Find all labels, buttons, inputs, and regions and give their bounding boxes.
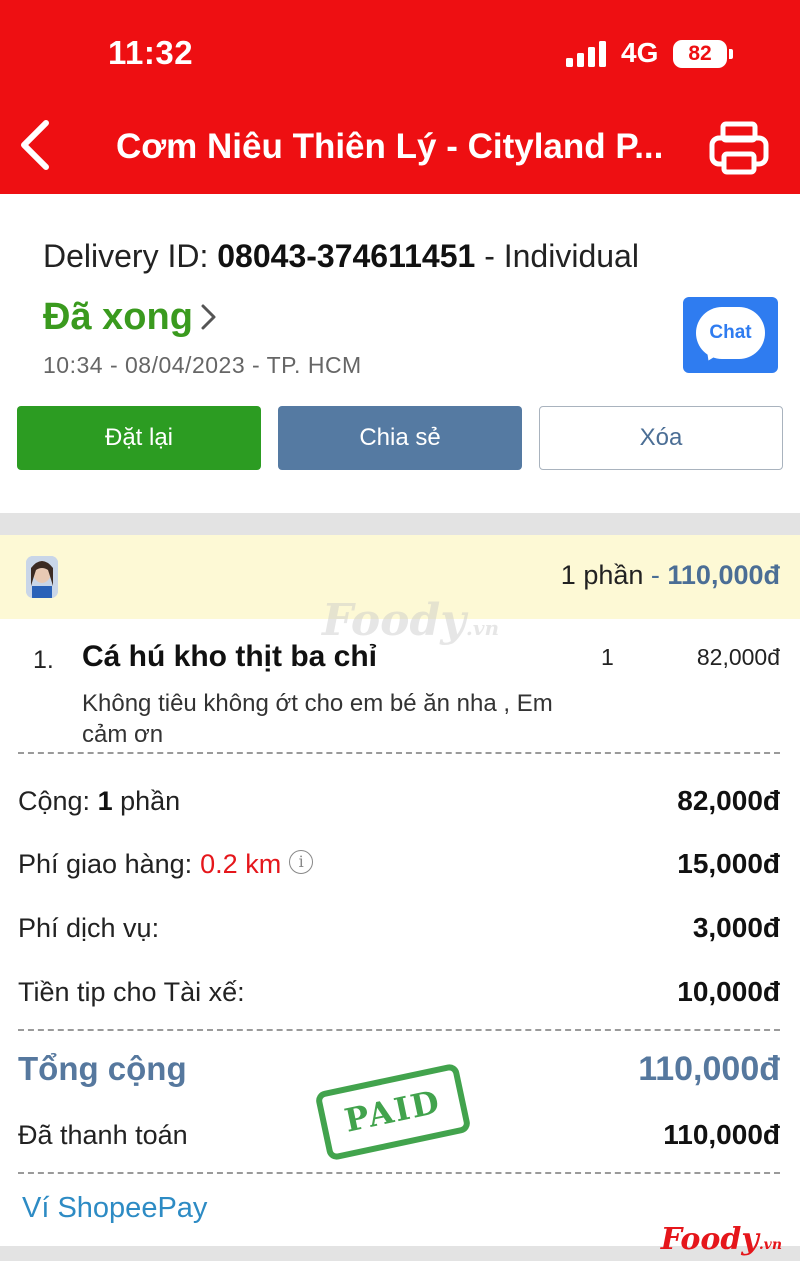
item-quantity: 1 <box>601 644 614 670</box>
paid-stamp: PAID <box>314 1062 472 1162</box>
item-price: 82,000đ <box>696 644 780 670</box>
summary-portions: 1 phần <box>560 560 644 590</box>
total-label: Tổng cộng <box>18 1050 187 1087</box>
delivery-id-label: Delivery ID: <box>43 238 218 274</box>
foody-watermark: Foody.vn <box>322 595 499 646</box>
chat-label: Chat <box>696 307 765 359</box>
user-avatar <box>26 556 58 598</box>
back-button[interactable] <box>16 117 56 173</box>
page-title: Cơm Niêu Thiên Lý - Cityland P... <box>116 127 664 166</box>
order-status-link[interactable]: Đã xong <box>43 292 219 342</box>
signal-icon <box>566 41 610 67</box>
foody-logo: Foody.vn <box>660 1222 782 1257</box>
summary-text: 1 phần - 110,000đ <box>561 560 780 591</box>
network-type: 4G <box>621 37 659 68</box>
summary-separator: - <box>643 560 668 590</box>
delivery-fee-value: 15,000đ <box>677 848 780 879</box>
battery-tip <box>729 49 733 59</box>
paid-value: 110,000đ <box>663 1119 780 1150</box>
status-time: 11:32 <box>108 34 194 71</box>
tip-value: 10,000đ <box>677 976 780 1007</box>
info-icon[interactable]: i <box>289 850 314 874</box>
order-meta: 10:34 - 08/04/2023 - TP. HCM <box>43 352 362 378</box>
chevron-left-icon <box>21 120 49 170</box>
dashed-divider <box>18 752 780 754</box>
section-divider <box>0 513 800 535</box>
chat-button[interactable]: Chat <box>683 297 778 373</box>
delivery-id: 08043-374611451 <box>217 238 476 274</box>
chevron-right-icon <box>201 304 216 330</box>
reorder-button[interactable]: Đặt lại <box>17 406 261 470</box>
delivery-distance: 0.2 km <box>200 849 282 879</box>
order-status: Đã xong <box>43 295 193 338</box>
payment-method: Ví ShopeePay <box>22 1192 208 1224</box>
item-name: Cá hú kho thịt ba chỉ <box>82 640 378 673</box>
item-note: Không tiêu không ớt cho em bé ăn nha , E… <box>82 690 553 748</box>
service-fee-value: 3,000đ <box>692 912 780 943</box>
print-button[interactable] <box>708 120 770 176</box>
total-value: 110,000đ <box>638 1050 780 1088</box>
app-header: 11:32 4G 82 Cơm Niêu Thiên Lý - Cityland… <box>0 0 800 194</box>
printer-icon <box>709 121 769 175</box>
delivery-fee-label: Phí giao hàng: 0.2 km i <box>18 849 314 880</box>
dashed-divider <box>18 1172 780 1174</box>
dashed-divider <box>18 1029 780 1031</box>
delivery-type: - Individual <box>475 238 639 274</box>
delivery-id-line: Delivery ID: 08043-374611451 - Individua… <box>43 238 639 275</box>
battery-icon: 82 <box>673 40 727 68</box>
share-button[interactable]: Chia sẻ <box>278 406 522 470</box>
subtotal-label: Cộng: 1 phần <box>18 786 181 816</box>
summary-amount: 110,000đ <box>667 560 780 590</box>
subtotal-value: 82,000đ <box>677 785 780 816</box>
service-fee-label: Phí dịch vụ: <box>18 913 160 943</box>
delete-button[interactable]: Xóa <box>539 406 783 470</box>
paid-label: Đã thanh toán <box>18 1120 188 1150</box>
tip-label: Tiền tip cho Tài xế: <box>18 977 245 1007</box>
item-index: 1. <box>33 646 54 674</box>
